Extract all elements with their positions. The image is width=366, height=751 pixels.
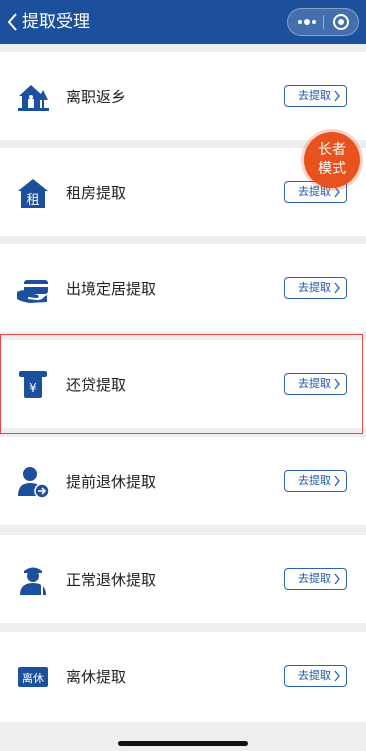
- more-dots-icon[interactable]: [296, 14, 318, 30]
- withdraw-button[interactable]: 去提取: [284, 665, 347, 687]
- person-arrow-icon: [16, 465, 50, 499]
- selection-highlight: [0, 334, 363, 434]
- withdraw-button[interactable]: 去提取: [284, 85, 347, 107]
- retiree-icon: [16, 563, 50, 597]
- list-item-zhengchang-tuixiu[interactable]: 正常退休提取 去提取: [0, 535, 366, 623]
- item-label: 离休提取: [66, 668, 127, 686]
- target-circle-icon[interactable]: [332, 13, 350, 31]
- withdraw-button[interactable]: 去提取: [284, 277, 347, 299]
- elder-mode-line2: 模式: [318, 161, 346, 177]
- page-title: 提取受理: [22, 12, 90, 32]
- item-label: 离职返乡: [66, 88, 127, 106]
- house-trees-icon: [16, 80, 50, 114]
- item-label: 租房提取: [66, 184, 127, 202]
- item-label: 正常退休提取: [66, 571, 157, 589]
- home-indicator: [118, 741, 248, 746]
- item-label: 出境定居提取: [66, 280, 157, 298]
- withdraw-button[interactable]: 去提取: [284, 470, 347, 492]
- list-item-lixiu[interactable]: 离休 离休提取 去提取: [0, 632, 366, 722]
- svg-text:租: 租: [26, 193, 39, 208]
- nav-bar: 提取受理: [0, 0, 366, 44]
- list-item-lizhi-fanxiang[interactable]: 离职返乡 去提取: [0, 52, 366, 140]
- retire-badge-icon: 离休: [16, 660, 50, 694]
- elder-mode-line1: 长者: [318, 142, 346, 158]
- withdraw-button[interactable]: 去提取: [284, 568, 347, 590]
- svg-text:离休: 离休: [22, 671, 44, 685]
- list-item-tiqian-tuixiu[interactable]: 提前退休提取 去提取: [0, 437, 366, 525]
- list-item-chujing[interactable]: 出境定居提取 去提取: [0, 244, 366, 332]
- hand-card-icon: [16, 272, 50, 306]
- house-rent-icon: 租: [16, 176, 50, 210]
- item-label: 提前退休提取: [66, 473, 157, 491]
- mini-program-capsule: [287, 8, 359, 36]
- elder-mode-button[interactable]: 长者 模式: [304, 132, 360, 188]
- capsule-divider: [323, 15, 324, 29]
